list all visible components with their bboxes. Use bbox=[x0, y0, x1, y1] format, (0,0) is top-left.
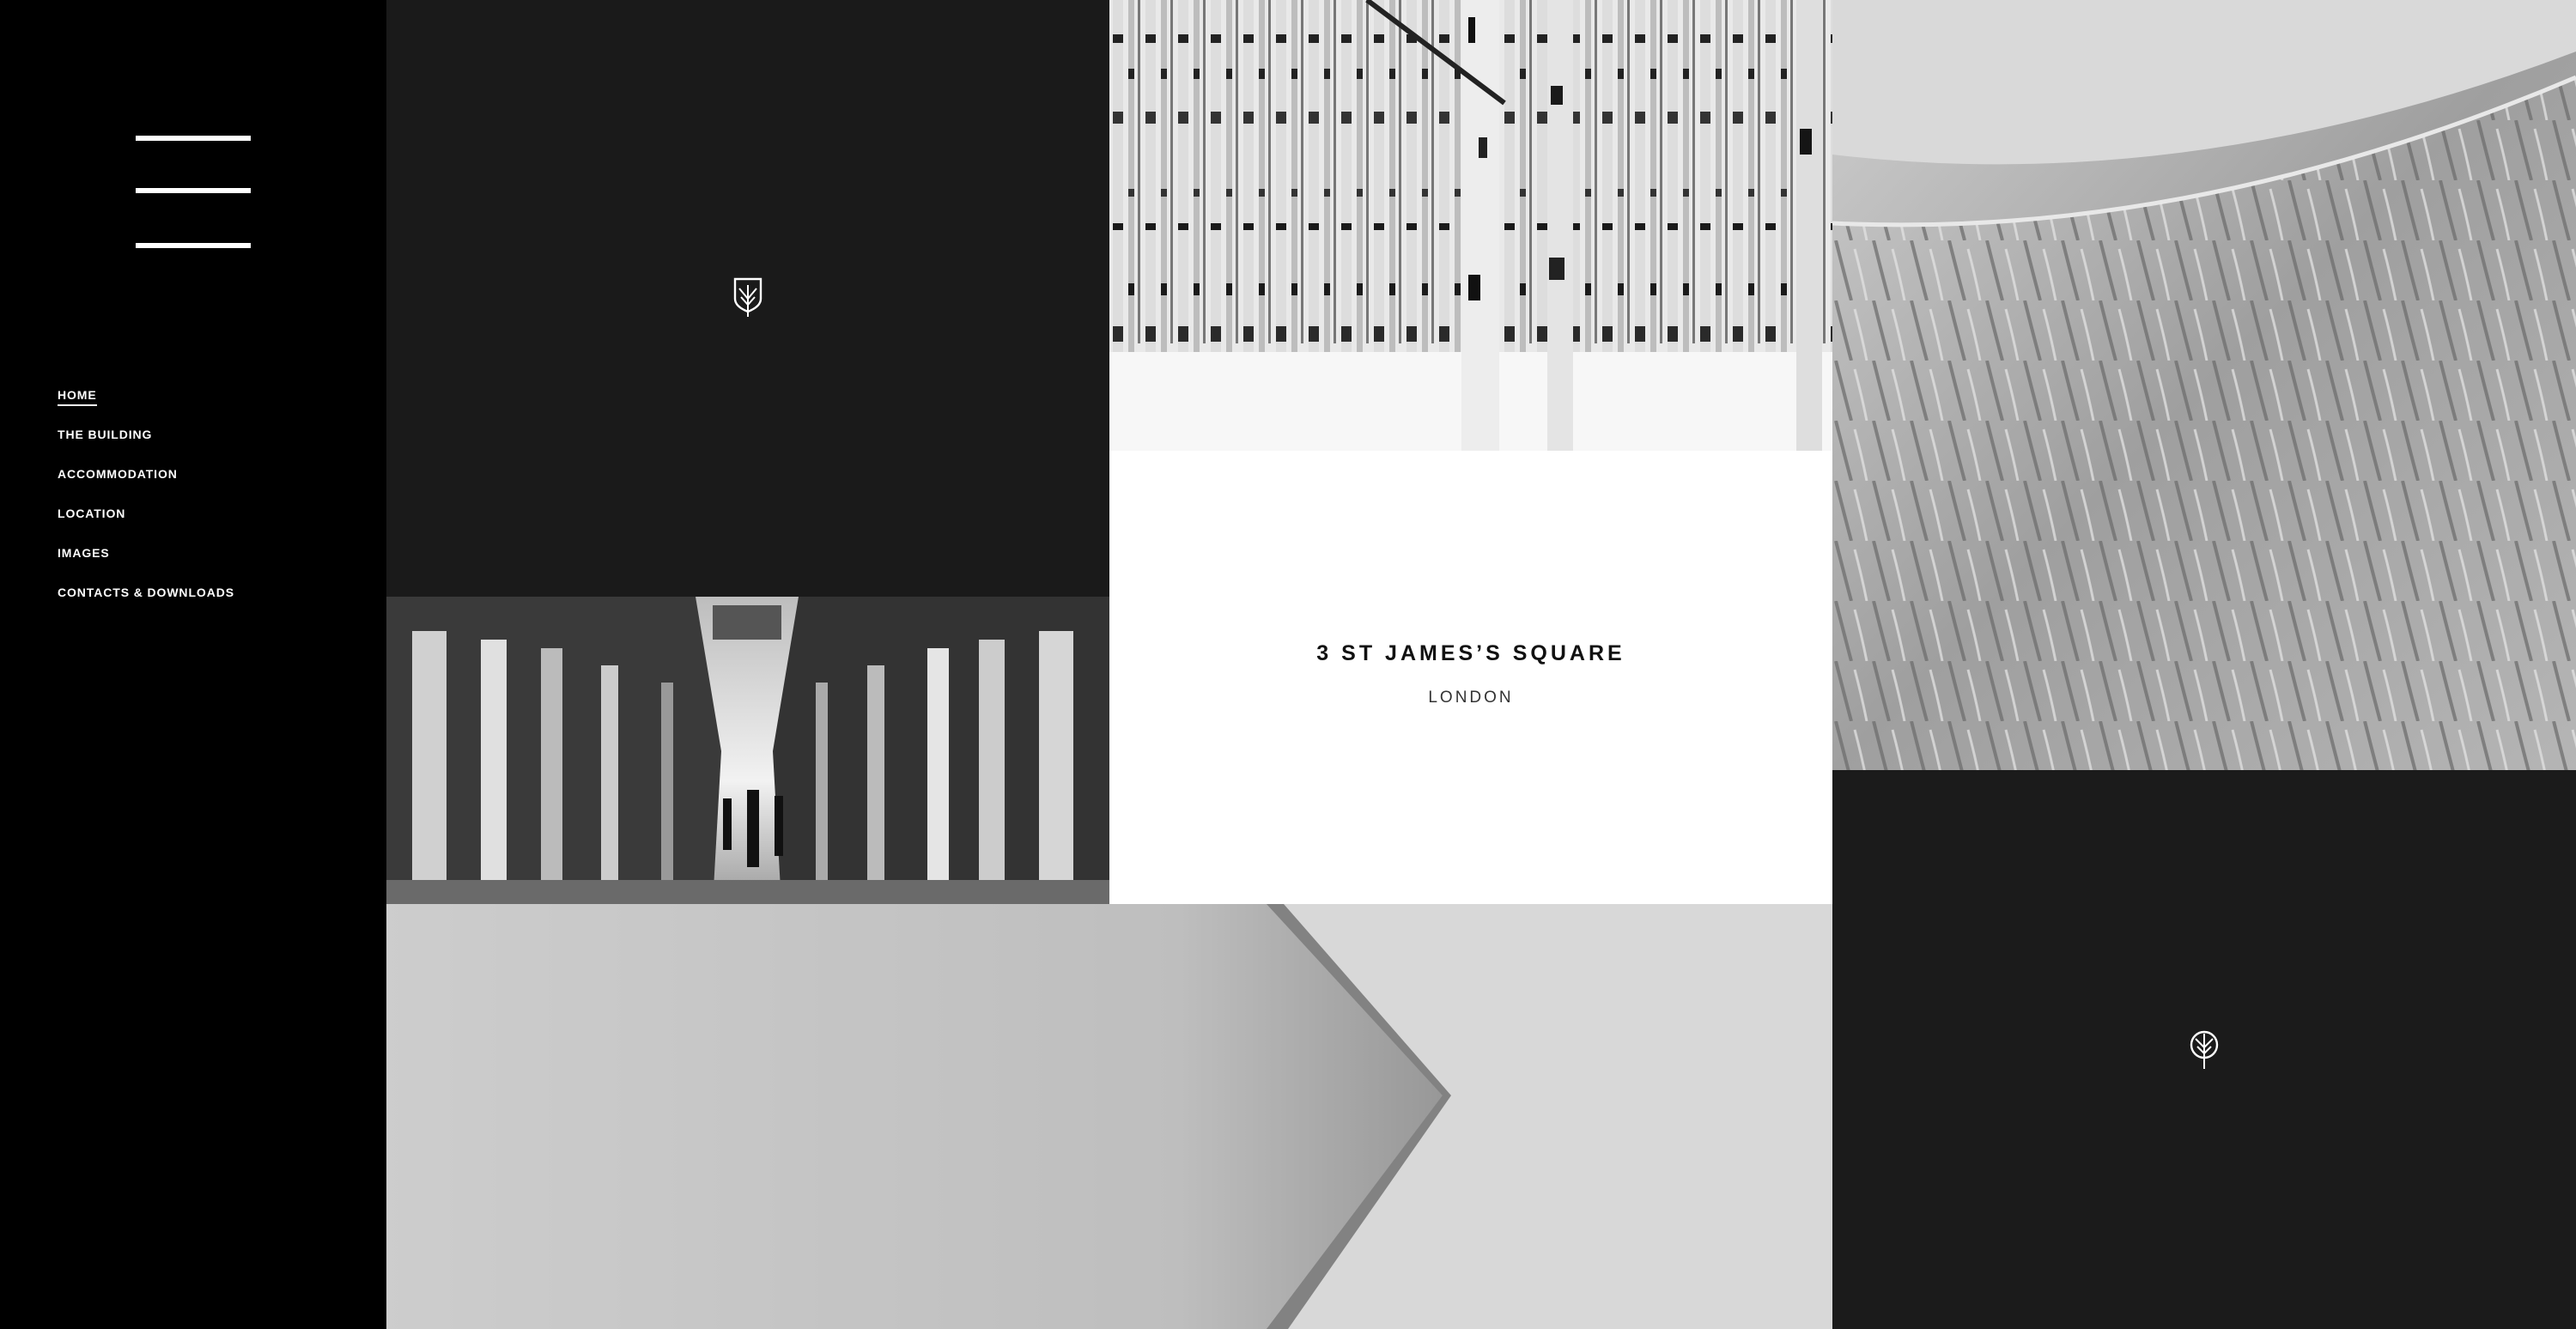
menu-bar bbox=[136, 188, 251, 193]
arcade-image bbox=[386, 597, 1109, 904]
nav-item-images[interactable]: IMAGES bbox=[58, 546, 234, 586]
sidebar: HOME THE BUILDING ACCOMMODATION LOCATION… bbox=[0, 0, 386, 1329]
nav-item-the-building[interactable]: THE BUILDING bbox=[58, 428, 234, 467]
nav-label: LOCATION bbox=[58, 507, 126, 520]
sand-dune-image bbox=[1832, 0, 2576, 770]
folded-paper-image bbox=[386, 904, 1832, 1329]
hero-title-tile: 3 ST JAMES’S SQUARE LONDON bbox=[1109, 451, 1832, 904]
main-nav: HOME THE BUILDING ACCOMMODATION LOCATION… bbox=[58, 388, 234, 625]
nav-item-accommodation[interactable]: ACCOMMODATION bbox=[58, 467, 234, 507]
nav-item-contacts-downloads[interactable]: CONTACTS & DOWNLOADS bbox=[58, 586, 234, 625]
title-block: 3 ST JAMES’S SQUARE LONDON bbox=[1109, 641, 1832, 707]
nav-label: HOME bbox=[58, 388, 97, 406]
nav-label: ACCOMMODATION bbox=[58, 467, 178, 481]
nav-item-location[interactable]: LOCATION bbox=[58, 507, 234, 546]
hamburger-menu-icon[interactable] bbox=[136, 133, 251, 253]
sand-dune-photo bbox=[1832, 0, 2576, 770]
birch-forest-photo bbox=[1109, 0, 1832, 451]
birch-forest-image bbox=[1109, 0, 1832, 451]
nav-label: IMAGES bbox=[58, 546, 110, 560]
shield-tree-logo-icon bbox=[733, 277, 762, 317]
nav-label: CONTACTS & DOWNLOADS bbox=[58, 586, 234, 599]
menu-bar bbox=[136, 243, 251, 248]
tree-logo-icon bbox=[2190, 1030, 2219, 1069]
dark-logo-tile bbox=[386, 0, 1109, 597]
nav-item-home[interactable]: HOME bbox=[58, 388, 234, 428]
menu-bar bbox=[136, 136, 251, 141]
page-subtitle: LONDON bbox=[1428, 689, 1514, 707]
arcade-photo bbox=[386, 597, 1109, 904]
folded-paper-photo bbox=[386, 904, 1832, 1329]
dark-logo-tile-2 bbox=[1832, 770, 2576, 1329]
page-title: 3 ST JAMES’S SQUARE bbox=[1316, 641, 1625, 665]
nav-label: THE BUILDING bbox=[58, 428, 153, 441]
